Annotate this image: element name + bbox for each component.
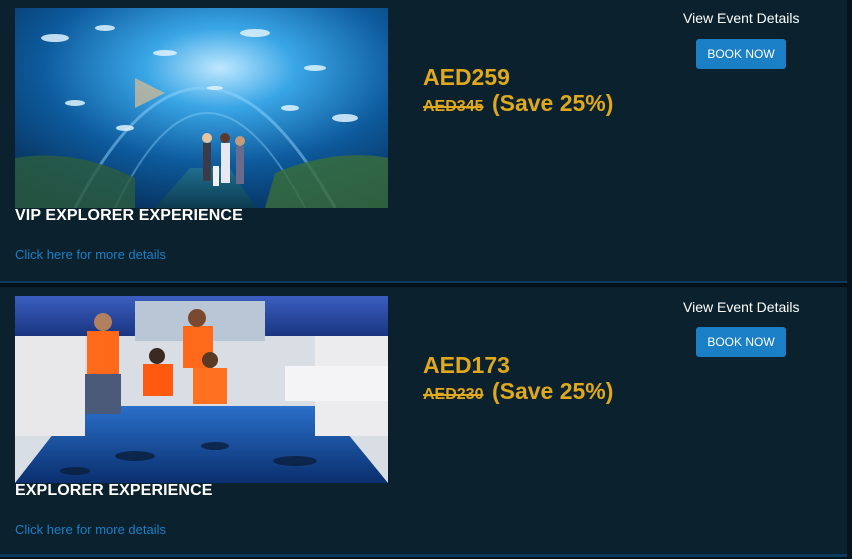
savings-label: (Save 25%): [491, 378, 614, 404]
price-current: AED173: [423, 352, 510, 378]
more-details-link[interactable]: Click here for more details: [15, 522, 166, 537]
more-details-link[interactable]: Click here for more details: [15, 247, 166, 262]
event-image-glass-bottom-boat[interactable]: [15, 296, 388, 483]
price-original: AED230: [423, 386, 484, 403]
event-listing: VIP EXPLORER EXPERIENCE Click here for m…: [0, 0, 852, 559]
book-now-button[interactable]: BOOK NOW: [696, 39, 786, 69]
price-original-row: AED345 (Save 25%): [423, 90, 613, 117]
price-original-row: AED230 (Save 25%): [423, 378, 613, 405]
aquarium-tunnel-photo: [15, 8, 388, 208]
event-card: VIP EXPLORER EXPERIENCE Click here for m…: [0, 0, 847, 284]
view-event-details-link[interactable]: View Event Details: [683, 10, 799, 26]
event-title: VIP EXPLORER EXPERIENCE: [15, 207, 243, 224]
price-original: AED345: [423, 98, 484, 115]
event-title: EXPLORER EXPERIENCE: [15, 482, 213, 499]
event-card: EXPLORER EXPERIENCE Click here for more …: [0, 287, 847, 557]
savings-label: (Save 25%): [491, 90, 614, 116]
glass-bottom-boat-photo: [15, 296, 388, 483]
price-current: AED259: [423, 64, 510, 90]
event-image-aquarium-tunnel[interactable]: [15, 8, 388, 208]
book-now-button[interactable]: BOOK NOW: [696, 327, 786, 357]
view-event-details-link[interactable]: View Event Details: [683, 299, 799, 315]
